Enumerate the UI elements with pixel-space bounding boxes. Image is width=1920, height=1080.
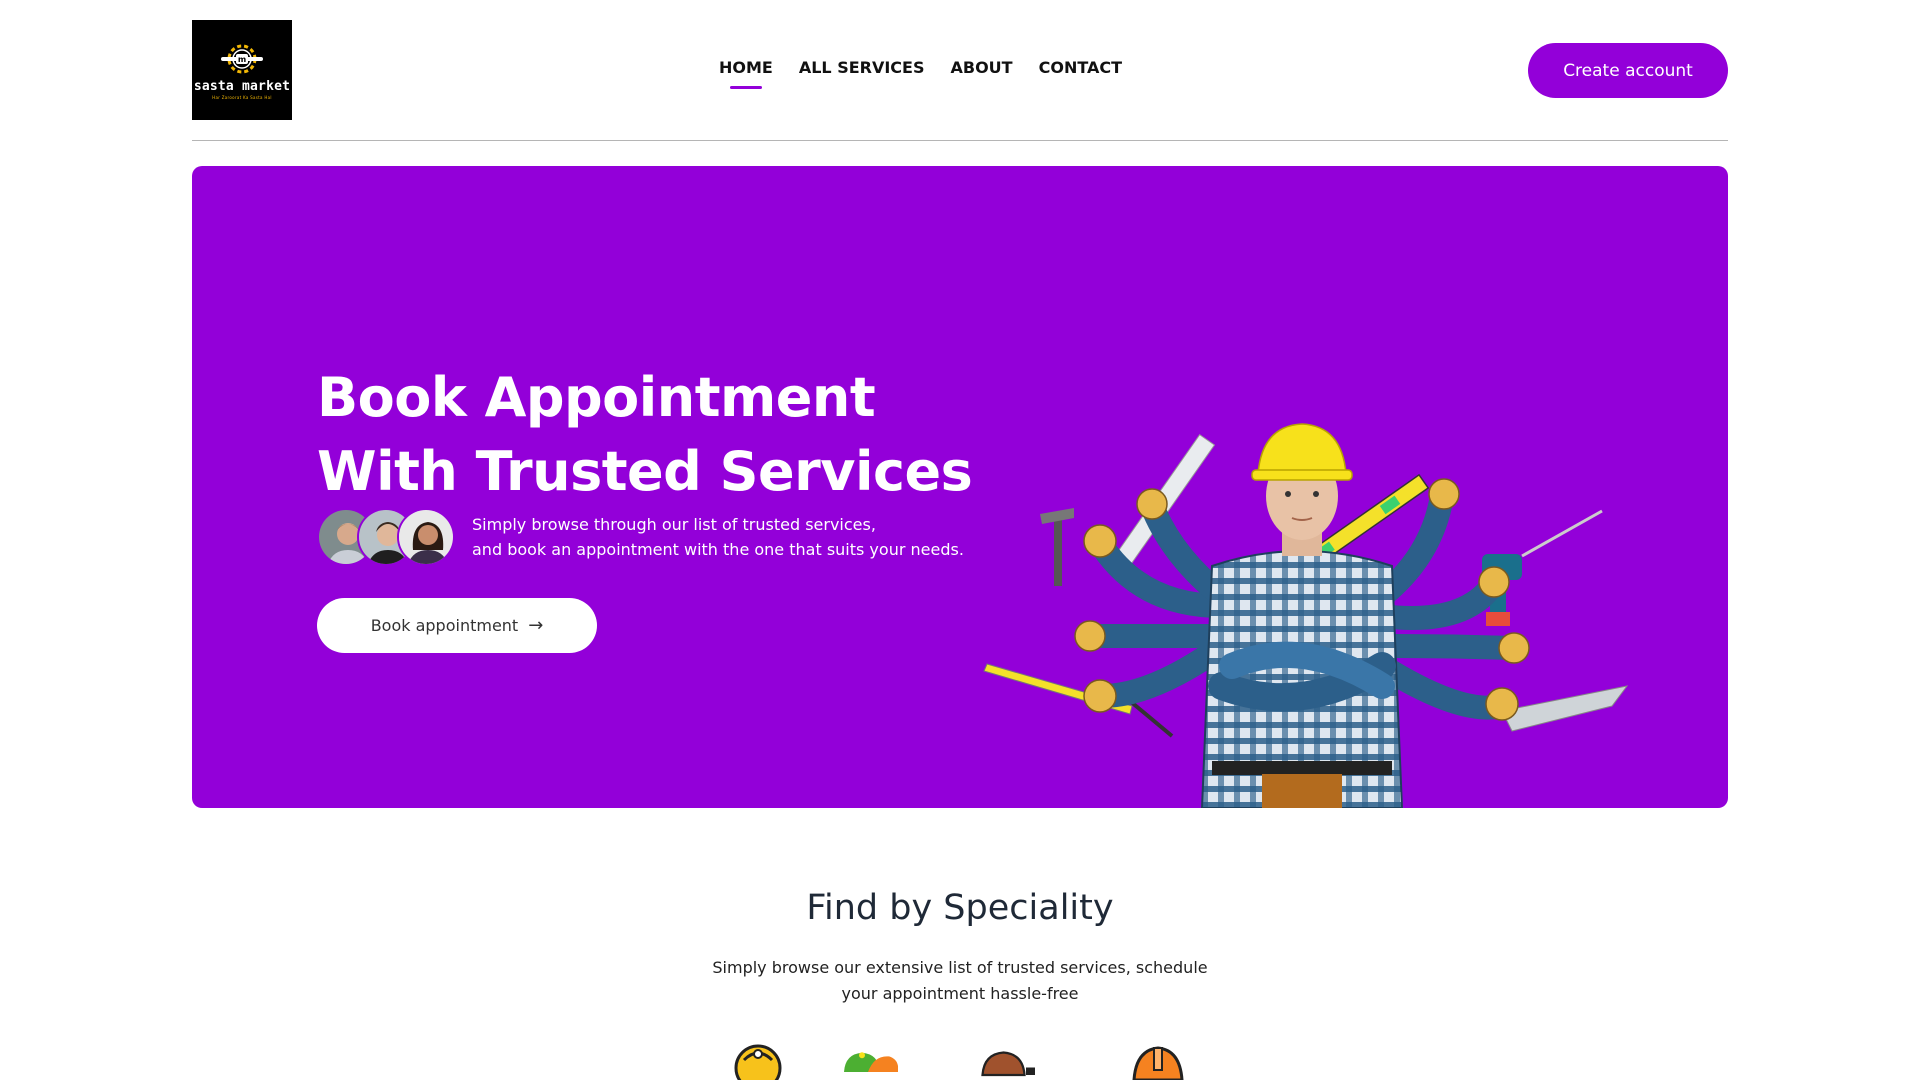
- svg-text:m: m: [238, 55, 246, 64]
- worker-orange-helmet-icon[interactable]: [1128, 1040, 1188, 1080]
- brand-name: sasta market: [193, 78, 291, 94]
- brand-tagline: Har Zaroorat Ka Sasta Hal: [212, 94, 272, 100]
- hero-title-line-1: Book Appointment: [317, 366, 876, 429]
- nav-link-about[interactable]: ABOUT: [951, 58, 1013, 77]
- navbar: m sasta market Har Zaroorat Ka Sasta Hal…: [192, 20, 1728, 140]
- hero-subtitle-line-2: and book an appointment with the one tha…: [472, 540, 964, 559]
- gear-wrench-logo-icon: m: [221, 44, 263, 73]
- book-appointment-button[interactable]: Book appointment →: [317, 598, 597, 653]
- hero-title: Book Appointment With Trusted Services: [317, 361, 973, 509]
- nav-link-contact[interactable]: CONTACT: [1039, 58, 1122, 77]
- nav-link-home[interactable]: HOME: [719, 58, 773, 77]
- multi-armed-worker-illustration: [983, 423, 1629, 808]
- avatar-group: [317, 508, 462, 566]
- worker-green-orange-icon[interactable]: [838, 1040, 898, 1080]
- worker-yellow-icon[interactable]: [728, 1040, 788, 1080]
- nav-link-all-services[interactable]: ALL SERVICES: [799, 58, 925, 77]
- header-divider: [192, 140, 1728, 141]
- hero-title-line-2: With Trusted Services: [317, 440, 973, 503]
- avatar: [397, 508, 455, 566]
- hero-banner: Book Appointment With Trusted Services S…: [192, 166, 1728, 808]
- arrow-right-icon: →: [528, 615, 544, 636]
- speciality-subtitle: Simply browse our extensive list of trus…: [712, 958, 1208, 1003]
- hero-subtitle: Simply browse through our list of truste…: [472, 512, 964, 562]
- speciality-icons-row: [728, 1040, 1208, 1080]
- book-appointment-label: Book appointment: [370, 616, 519, 635]
- hero-subtitle-line-1: Simply browse through our list of truste…: [472, 515, 876, 534]
- worker-brown-icon[interactable]: [978, 1040, 1038, 1080]
- main-nav: HOME ALL SERVICES ABOUT CONTACT: [719, 58, 1122, 77]
- speciality-title: Find by Speciality: [806, 888, 1114, 928]
- create-account-button[interactable]: Create account: [1528, 43, 1728, 98]
- brand-logo[interactable]: m sasta market Har Zaroorat Ka Sasta Hal: [192, 20, 292, 120]
